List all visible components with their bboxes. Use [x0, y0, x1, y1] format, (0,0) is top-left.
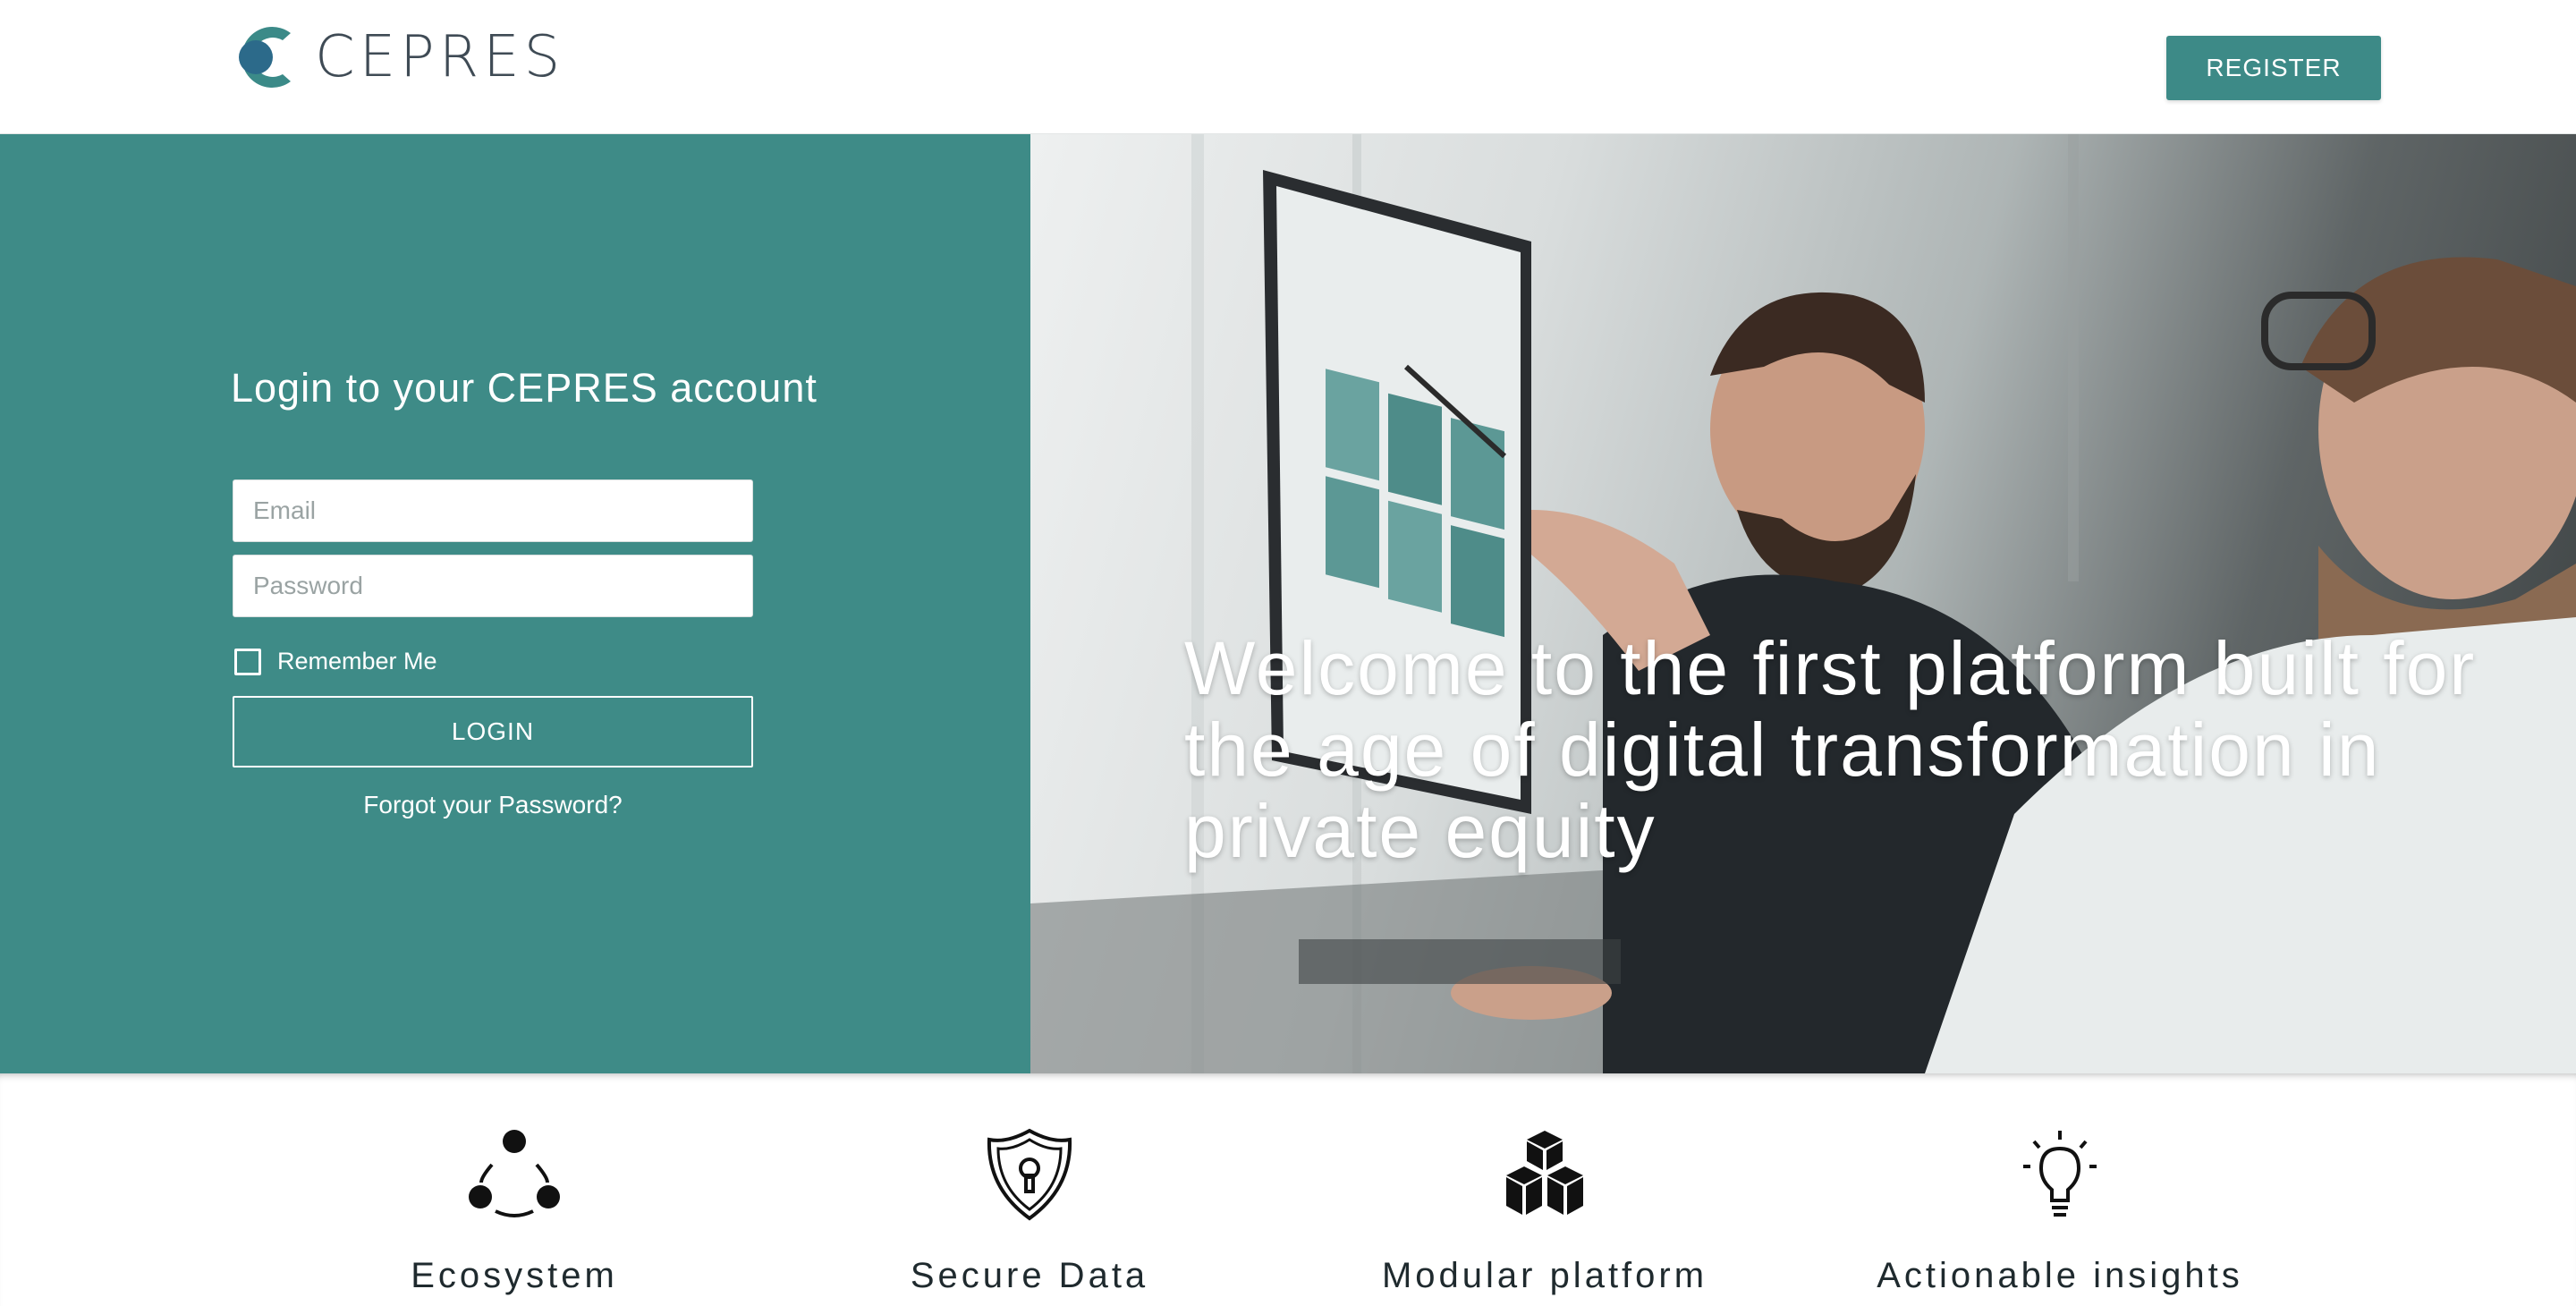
cepres-logo[interactable]: CEPRES [231, 20, 564, 95]
welcome-headline: Welcome to the first platform built for … [1184, 626, 2477, 873]
login-title: Login to your CEPRES account [231, 365, 818, 411]
logo-text: CEPRES [315, 24, 565, 90]
hero-section: Login to your CEPRES account Remember Me… [0, 134, 2576, 1073]
login-panel: Login to your CEPRES account Remember Me… [0, 134, 1030, 1073]
shield-lock-icon [987, 1128, 1072, 1221]
lightbulb-icon [2023, 1131, 2097, 1217]
password-field[interactable] [233, 555, 753, 617]
feature-label: Secure Data [910, 1256, 1149, 1295]
feature-ecosystem: Ecosystem [282, 1125, 747, 1296]
feature-modular-platform: Modular platform [1312, 1125, 1777, 1296]
email-field[interactable] [233, 479, 753, 542]
feature-label: Actionable insights [1877, 1256, 2243, 1295]
login-button[interactable]: LOGIN [233, 696, 753, 767]
cubes-icon [1506, 1131, 1583, 1215]
remember-me-checkbox[interactable] [234, 648, 261, 675]
hero-photo: Welcome to the first platform built for … [1030, 134, 2576, 1073]
office-photo-illustration [1030, 134, 2576, 1073]
top-header: CEPRES REGISTER [0, 0, 2576, 134]
features-bar: Ecosystem Secure Data Modular platform A… [0, 1073, 2576, 1306]
forgot-password-link[interactable]: Forgot your Password? [233, 791, 753, 819]
remember-me[interactable]: Remember Me [234, 648, 437, 675]
feature-label: Ecosystem [411, 1256, 618, 1295]
ecosystem-icon [469, 1130, 560, 1217]
feature-label: Modular platform [1381, 1256, 1708, 1295]
register-button[interactable]: REGISTER [2166, 36, 2381, 100]
cepres-logo-icon [239, 26, 291, 88]
feature-secure-data: Secure Data [797, 1125, 1262, 1296]
remember-me-label[interactable]: Remember Me [277, 648, 437, 675]
feature-actionable-insights: Actionable insights [1827, 1125, 2292, 1296]
